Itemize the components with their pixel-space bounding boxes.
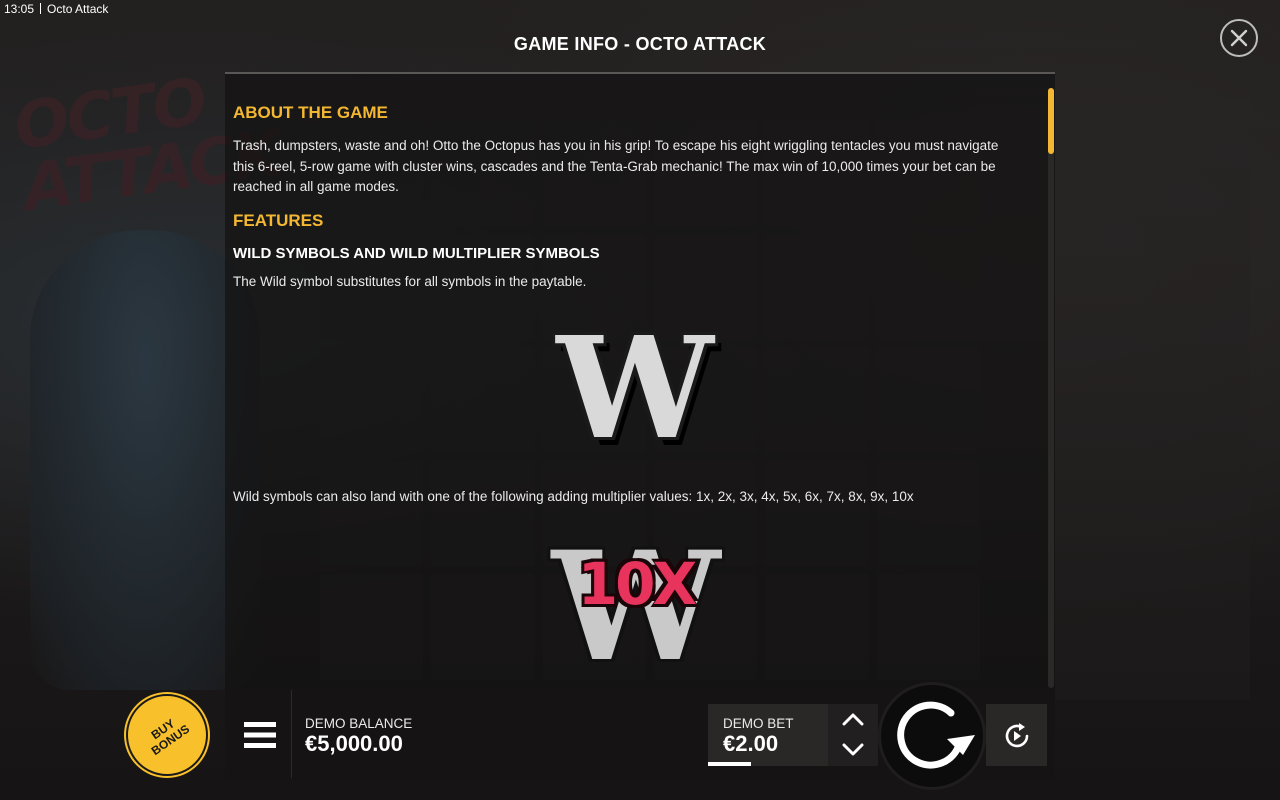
info-header: GAME INFO - OCTO ATTACK — [225, 0, 1055, 73]
bet-value: €2.00 — [723, 731, 779, 756]
bet-increase-button[interactable] — [840, 708, 866, 730]
buy-bonus-label: BUY BONUS — [135, 707, 199, 763]
scrollbar-track[interactable] — [1048, 88, 1054, 688]
wild-multiplier-value: 10X — [577, 550, 697, 618]
wild-symbol-letter: W — [556, 307, 714, 471]
info-panel[interactable]: ABOUT THE GAME Trash, dumpsters, waste a… — [225, 74, 1055, 688]
wild-symbol: W — [555, 307, 715, 471]
autoplay-button[interactable] — [999, 718, 1035, 754]
chevron-up-icon — [842, 713, 864, 726]
page-title: GAME INFO - OCTO ATTACK — [513, 34, 767, 54]
about-heading: ABOUT THE GAME — [233, 103, 388, 122]
features-heading: FEATURES — [233, 211, 324, 230]
close-icon — [1230, 29, 1248, 47]
status-bar: 13:05 Octo Attack — [4, 2, 108, 16]
buy-bonus-button[interactable]: BUY BONUS — [126, 694, 208, 776]
scrollbar-thumb[interactable] — [1048, 88, 1054, 154]
wild-multiplier-text: Wild symbols can also land with one of t… — [233, 489, 914, 504]
close-button[interactable] — [1220, 19, 1258, 57]
wild-heading: WILD SYMBOLS AND WILD MULTIPLIER SYMBOLS — [233, 245, 600, 262]
bet-decrease-button[interactable] — [840, 739, 866, 761]
autoplay-icon — [1005, 723, 1029, 748]
bet-level-indicator — [708, 762, 751, 766]
spin-button[interactable] — [878, 682, 986, 790]
balance-value: €5,000.00 — [305, 731, 403, 756]
background-shelf — [1050, 100, 1250, 700]
about-text: Trash, dumpsters, waste and oh! Otto the… — [233, 138, 999, 194]
hamburger-menu-icon — [244, 722, 276, 748]
balance-label: DEMO BALANCE — [305, 716, 413, 731]
status-separator — [40, 3, 42, 14]
status-app-name: Octo Attack — [47, 2, 109, 16]
spin-arrow-icon — [897, 701, 975, 769]
bet-label: DEMO BET — [723, 716, 794, 731]
menu-divider — [291, 690, 292, 778]
menu-button[interactable] — [233, 700, 287, 770]
wild-multiplier-symbol: W 10X — [552, 519, 720, 688]
chevron-down-icon — [842, 743, 864, 756]
status-time: 13:05 — [4, 2, 35, 16]
wild-text: The Wild symbol substitutes for all symb… — [233, 274, 587, 289]
